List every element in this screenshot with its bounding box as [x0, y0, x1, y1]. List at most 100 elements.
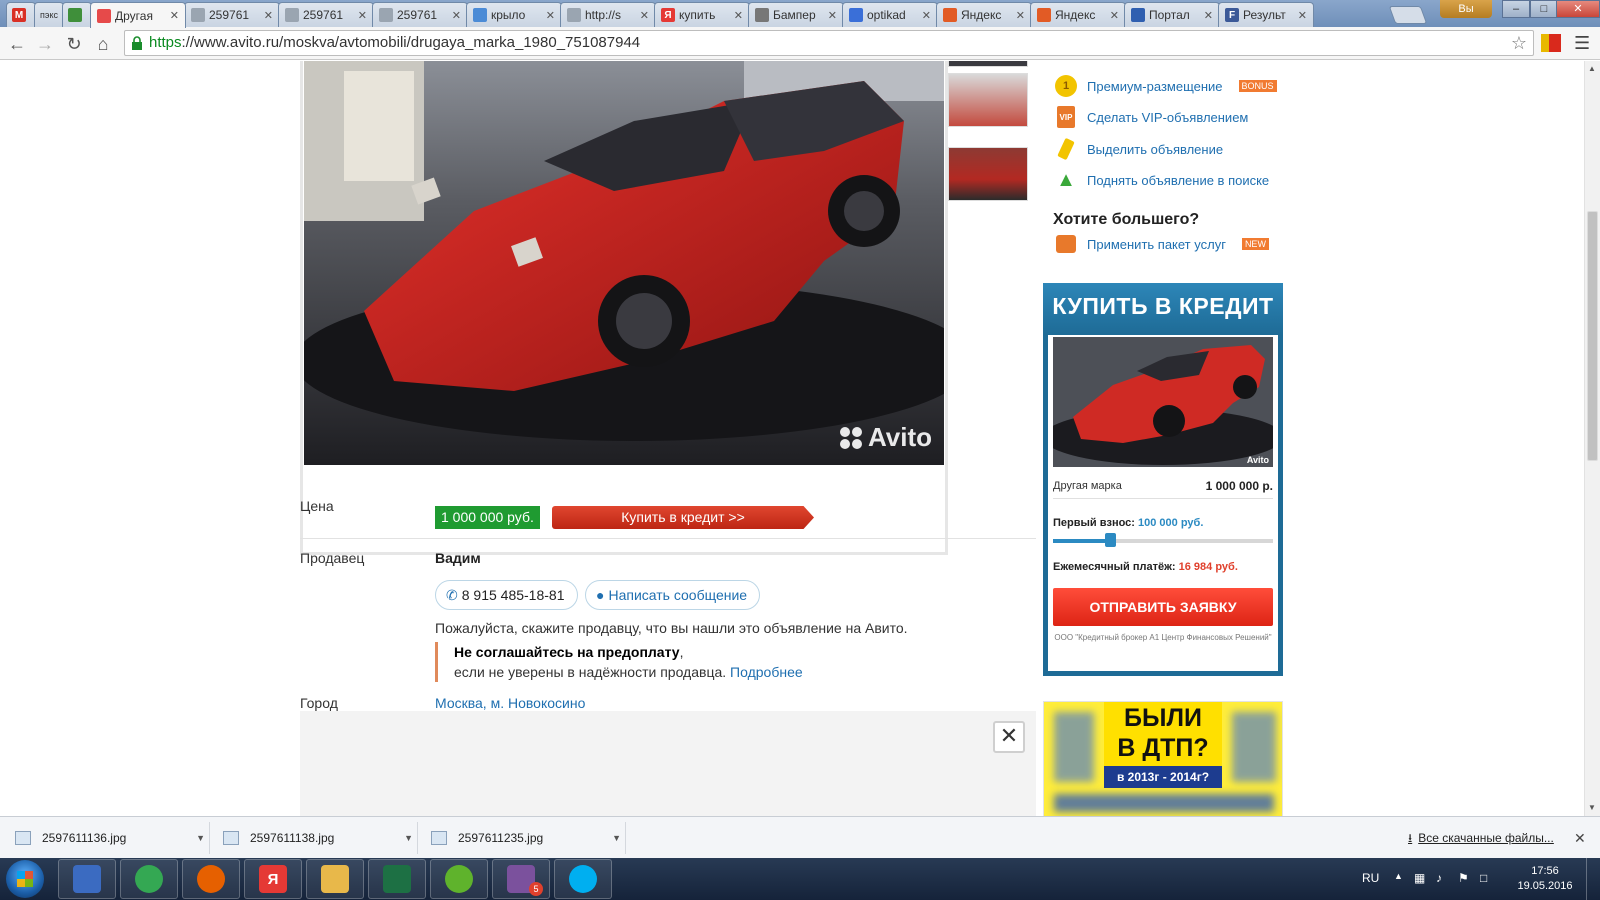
bookmark-star-icon[interactable]: ☆	[1511, 31, 1527, 55]
service-raise[interactable]: ▲ Поднять объявление в поиске	[1055, 169, 1269, 191]
tab-close-icon[interactable]: ✕	[922, 9, 931, 22]
download-item[interactable]: 2597611235.jpg ▼	[421, 822, 626, 854]
address-bar[interactable]: https://www.avito.ru/moskva/avtomobili/d…	[124, 30, 1534, 56]
maximize-button[interactable]: □	[1530, 0, 1558, 18]
service-label[interactable]: Сделать VIP-объявлением	[1087, 110, 1248, 125]
browser-tab[interactable]: optikad ✕	[842, 2, 938, 27]
tab-close-icon[interactable]: ✕	[1110, 9, 1119, 22]
browser-tab[interactable]: крыло ✕	[466, 2, 562, 27]
photo-thumbnail[interactable]	[948, 147, 1028, 201]
taskbar-app[interactable]	[120, 859, 178, 899]
service-label[interactable]: Премиум-размещение	[1087, 79, 1223, 94]
tab-close-icon[interactable]: ✕	[452, 9, 461, 22]
write-message-button[interactable]: ● Написать сообщение	[585, 580, 761, 610]
main-photo[interactable]: Avito	[304, 61, 944, 465]
language-indicator[interactable]: RU	[1362, 871, 1379, 885]
scroll-up-icon[interactable]: ▲	[1588, 64, 1596, 73]
scrollbar-thumb[interactable]	[1587, 211, 1598, 461]
show-desktop-button[interactable]	[1586, 858, 1600, 900]
ad-blur	[1232, 712, 1276, 782]
minimize-button[interactable]: –	[1502, 0, 1530, 18]
start-button[interactable]	[6, 860, 44, 898]
taskbar-app[interactable]	[430, 859, 488, 899]
service-label[interactable]: Выделить объявление	[1087, 142, 1223, 157]
service-label[interactable]: Применить пакет услуг	[1087, 237, 1226, 252]
browser-tab[interactable]: Яндекс ✕	[1030, 2, 1126, 27]
tab-close-icon[interactable]: ✕	[1298, 9, 1307, 22]
browser-tab[interactable]: 259761 ✕	[278, 2, 374, 27]
show-phone-button[interactable]: ✆ 8 915 485-18-81	[435, 580, 578, 610]
action-center-icon[interactable]: ⚑	[1458, 871, 1469, 885]
tab-close-icon[interactable]: ✕	[1204, 9, 1213, 22]
dropdown-arrow-icon[interactable]: ▼	[612, 822, 621, 854]
forward-icon[interactable]: →	[34, 33, 56, 55]
phone-icon: ✆	[446, 587, 458, 603]
home-icon[interactable]: ⌂	[92, 33, 114, 55]
dropdown-arrow-icon[interactable]: ▼	[404, 822, 413, 854]
profile-button[interactable]: Вы	[1440, 0, 1492, 18]
tab-close-icon[interactable]: ✕	[828, 9, 837, 22]
service-premium[interactable]: 1 Премиум-размещение BONUS	[1055, 75, 1277, 97]
extension-icon[interactable]	[1541, 34, 1561, 52]
tab-close-icon[interactable]: ✕	[170, 9, 179, 22]
browser-tab[interactable]: 259761 ✕	[184, 2, 280, 27]
new-tab-button[interactable]	[1388, 6, 1428, 24]
reload-icon[interactable]: ↻	[63, 33, 85, 55]
tab-close-icon[interactable]: ✕	[640, 9, 649, 22]
all-downloads-link[interactable]: ⭳ Все скачанные файлы...	[1408, 817, 1554, 859]
browser-tab[interactable]: Якупить ✕	[654, 2, 750, 27]
back-icon[interactable]: ←	[6, 33, 28, 55]
tab-active[interactable]: Другая ✕	[90, 2, 186, 28]
browser-tab[interactable]: M	[6, 2, 36, 27]
service-vip[interactable]: VIP Сделать VIP-объявлением	[1055, 106, 1248, 128]
close-map-button[interactable]: ✕	[993, 721, 1025, 753]
tab-close-icon[interactable]: ✕	[734, 9, 743, 22]
network-icon[interactable]: ▦	[1414, 871, 1425, 885]
slider-handle[interactable]	[1105, 533, 1116, 547]
browser-tab[interactable]: 259761 ✕	[372, 2, 468, 27]
buy-on-credit-button[interactable]: Купить в кредит >>	[552, 506, 814, 529]
tab-close-icon[interactable]: ✕	[358, 9, 367, 22]
city-link[interactable]: Москва, м. Новокосино	[435, 695, 586, 712]
taskbar-app[interactable]: Я	[244, 859, 302, 899]
photo-thumbnail[interactable]	[948, 61, 1028, 67]
clock[interactable]: 17:56 19.05.2016	[1515, 864, 1575, 894]
power-icon[interactable]: □	[1480, 871, 1487, 885]
scroll-down-icon[interactable]: ▼	[1588, 803, 1596, 812]
browser-toolbar: ← → ↻ ⌂ https://www.avito.ru/moskva/avto…	[0, 27, 1600, 60]
photo-thumbnail[interactable]	[948, 73, 1028, 127]
menu-icon[interactable]: ☰	[1574, 33, 1590, 54]
taskbar-app[interactable]	[368, 859, 426, 899]
tray-expand-icon[interactable]: ▲	[1394, 871, 1403, 881]
tab-close-icon[interactable]: ✕	[546, 9, 555, 22]
taskbar-app[interactable]	[306, 859, 364, 899]
download-item[interactable]: 2597611138.jpg ▼	[213, 822, 418, 854]
browser-tab[interactable]	[62, 2, 92, 27]
submit-application-button[interactable]: ОТПРАВИТЬ ЗАЯВКУ	[1053, 588, 1273, 626]
browser-tab[interactable]: http://s ✕	[560, 2, 656, 27]
dropdown-arrow-icon[interactable]: ▼	[196, 822, 205, 854]
taskbar-app[interactable]	[58, 859, 116, 899]
taskbar-app[interactable]	[182, 859, 240, 899]
more-info-link[interactable]: Подробнее	[730, 664, 803, 680]
service-label[interactable]: Поднять объявление в поиске	[1087, 173, 1269, 188]
browser-tab[interactable]: F Результ ✕	[1218, 2, 1314, 27]
taskbar-app[interactable]	[554, 859, 612, 899]
browser-tab[interactable]: пэкс	[34, 2, 64, 27]
browser-tab[interactable]: Бампер ✕	[748, 2, 844, 27]
download-item[interactable]: 2597611136.jpg ▼	[5, 822, 210, 854]
service-highlight[interactable]: Выделить объявление	[1055, 137, 1223, 161]
volume-icon[interactable]: ♪	[1436, 871, 1442, 885]
tab-close-icon[interactable]: ✕	[264, 9, 273, 22]
close-shelf-icon[interactable]: ✕	[1574, 817, 1586, 859]
page-scrollbar[interactable]: ▲ ▼	[1584, 61, 1600, 816]
browser-tab[interactable]: Портал ✕	[1124, 2, 1220, 27]
ad-banner[interactable]: БЫЛИ В ДТП? в 2013г - 2014г?	[1043, 701, 1283, 816]
taskbar-app[interactable]: 5	[492, 859, 550, 899]
close-window-button[interactable]: ✕	[1556, 0, 1600, 18]
browser-tab[interactable]: Яндекс ✕	[936, 2, 1032, 27]
down-payment-slider[interactable]	[1053, 533, 1273, 547]
service-package[interactable]: Применить пакет услуг NEW	[1055, 235, 1269, 253]
tab-close-icon[interactable]: ✕	[1016, 9, 1025, 22]
download-filename: 2597611138.jpg	[250, 831, 335, 845]
